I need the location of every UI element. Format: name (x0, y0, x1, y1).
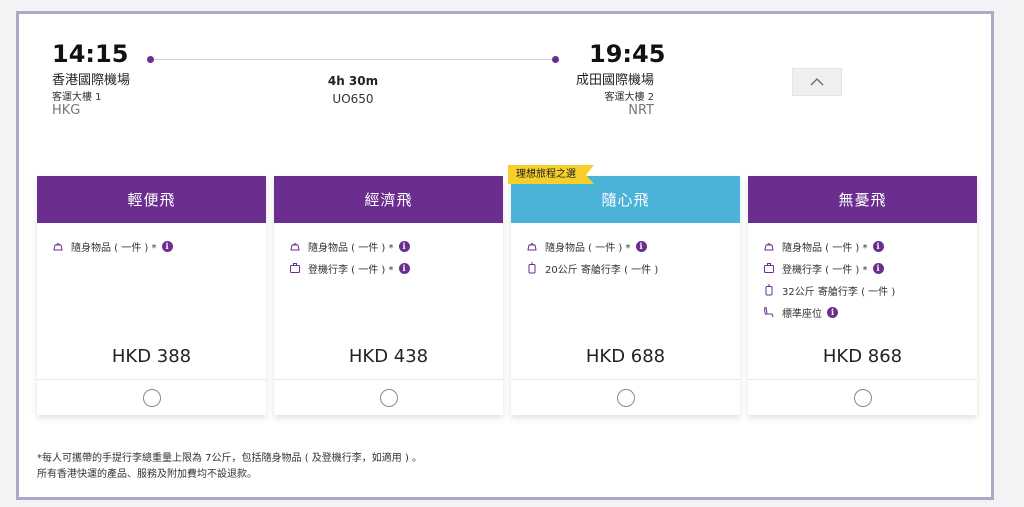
fare-feature-text: 32公斤 寄艙行李 ( 一件 ) (782, 286, 896, 298)
info-icon[interactable]: i (398, 262, 410, 274)
fare-feature: 隨身物品 ( 一件 ) * i (525, 235, 740, 257)
arrival-time: 19:45 (589, 40, 666, 68)
carry-on-bag-icon (762, 239, 776, 253)
carry-on-bag-icon (288, 239, 302, 253)
carry-on-bag-icon (51, 239, 65, 253)
fare-feature-text: 登機行李 ( 一件 ) * (782, 264, 868, 276)
fare-feature: 標準座位 i (762, 301, 977, 323)
route-line (150, 59, 556, 60)
fare-price: HKD 438 (348, 346, 429, 367)
info-icon[interactable]: i (635, 240, 647, 252)
fare-select (748, 380, 977, 415)
flight-number: UO650 (332, 92, 374, 106)
fare-radio-button[interactable] (616, 388, 635, 407)
collapse-button[interactable] (792, 68, 842, 96)
fare-feature-text: 隨身物品 ( 一件 ) * (308, 242, 394, 254)
fare-select (511, 380, 740, 415)
fare-card[interactable]: 無憂飛隨身物品 ( 一件 ) * i 登機行李 ( 一件 ) * i 32公斤 寄艙行李… (748, 176, 977, 415)
fare-feature-text: 隨身物品 ( 一件 ) * (71, 242, 157, 254)
cabin-bag-icon (288, 261, 302, 275)
fare-features: 隨身物品 ( 一件 ) * i 20公斤 寄艙行李 ( 一件 ) (511, 223, 740, 335)
info-icon[interactable]: i (827, 306, 838, 318)
fare-feature: 登機行李 ( 一件 ) * i (762, 257, 977, 279)
departure-code: HKG (52, 103, 81, 118)
arrival-terminal: 客運大樓 2 (604, 92, 654, 103)
departure-time: 14:15 (52, 40, 129, 68)
departure-dot (147, 56, 154, 63)
carry-on-bag-icon (525, 239, 539, 253)
flight-duration: 4h 30m (327, 74, 379, 88)
fare-select (37, 380, 266, 415)
fare-feature: 20公斤 寄艙行李 ( 一件 ) (525, 257, 740, 279)
fare-feature: 登機行李 ( 一件 ) * i (288, 257, 503, 279)
fare-features: 隨身物品 ( 一件 ) * i 登機行李 ( 一件 ) * i (274, 223, 503, 335)
fare-card[interactable]: 經濟飛隨身物品 ( 一件 ) * i 登機行李 ( 一件 ) * i HKD 438 (274, 176, 503, 415)
checked-luggage-icon (525, 261, 539, 275)
seat-icon (762, 305, 776, 319)
arrival-code: NRT (628, 103, 654, 118)
cabin-bag-icon (762, 261, 776, 275)
fare-feature-text: 隨身物品 ( 一件 ) * (545, 242, 631, 254)
departure-terminal: 客運大樓 1 (52, 92, 102, 103)
recommend-badge: 理想旅程之選 (508, 165, 594, 184)
fare-feature: 隨身物品 ( 一件 ) * i (51, 235, 266, 257)
arrival-dot (552, 56, 559, 63)
fare-feature-text: 標準座位 (782, 308, 822, 320)
footnote-line-2: 所有香港快運的產品、服務及附加費均不設退款。 (37, 469, 257, 480)
departure-airport: 香港國際機場 (52, 73, 131, 88)
fare-card[interactable]: 輕便飛隨身物品 ( 一件 ) * i HKD 388 (37, 176, 266, 415)
fare-feature: 32公斤 寄艙行李 ( 一件 ) (762, 279, 977, 301)
fare-price: HKD 868 (822, 346, 903, 367)
flight-fare-panel: 14:15 香港國際機場 客運大樓 1 HKG 4h 30m UO650 19:… (16, 11, 994, 500)
fare-radio-button[interactable] (142, 388, 161, 407)
fare-features: 隨身物品 ( 一件 ) * i (37, 223, 266, 335)
checked-luggage-icon (762, 283, 776, 297)
info-icon[interactable]: i (398, 240, 410, 252)
info-icon[interactable]: i (872, 240, 884, 252)
fare-feature: 隨身物品 ( 一件 ) * i (288, 235, 503, 257)
fare-feature-text: 20公斤 寄艙行李 ( 一件 ) (545, 264, 659, 276)
fare-name: 經濟飛 (274, 176, 503, 223)
fare-card[interactable]: 隨心飛 隨身物品 ( 一件 ) * i 20公斤 寄艙行李 ( 一件 ) HKD 688 (511, 176, 740, 415)
info-icon[interactable]: i (872, 262, 884, 274)
fare-feature-text: 隨身物品 ( 一件 ) * (782, 242, 868, 254)
fare-name: 無憂飛 (748, 176, 977, 223)
footnote-line-1: *每人可攜帶的手提行李總重量上限為 7公斤，包括隨身物品 ( 及登機行李，如適用… (37, 453, 423, 464)
arrival-airport: 成田國際機場 (575, 73, 654, 88)
fare-radio-button[interactable] (853, 388, 872, 407)
footnote: *每人可攜帶的手提行李總重量上限為 7公斤，包括隨身物品 ( 及登機行李，如適用… (37, 451, 422, 483)
fare-radio-button[interactable] (379, 388, 398, 407)
fare-feature: 隨身物品 ( 一件 ) * i (762, 235, 977, 257)
fare-price: HKD 688 (585, 346, 666, 367)
chevron-up-icon (810, 78, 824, 86)
flight-summary: 14:15 香港國際機場 客運大樓 1 HKG 4h 30m UO650 19:… (19, 14, 991, 164)
fare-features: 隨身物品 ( 一件 ) * i 登機行李 ( 一件 ) * i 32公斤 寄艙行李 ( … (748, 223, 977, 335)
fare-price: HKD 388 (111, 346, 192, 367)
fare-name: 輕便飛 (37, 176, 266, 223)
fare-select (274, 380, 503, 415)
fare-feature-text: 登機行李 ( 一件 ) * (308, 264, 394, 276)
info-icon[interactable]: i (161, 240, 173, 252)
